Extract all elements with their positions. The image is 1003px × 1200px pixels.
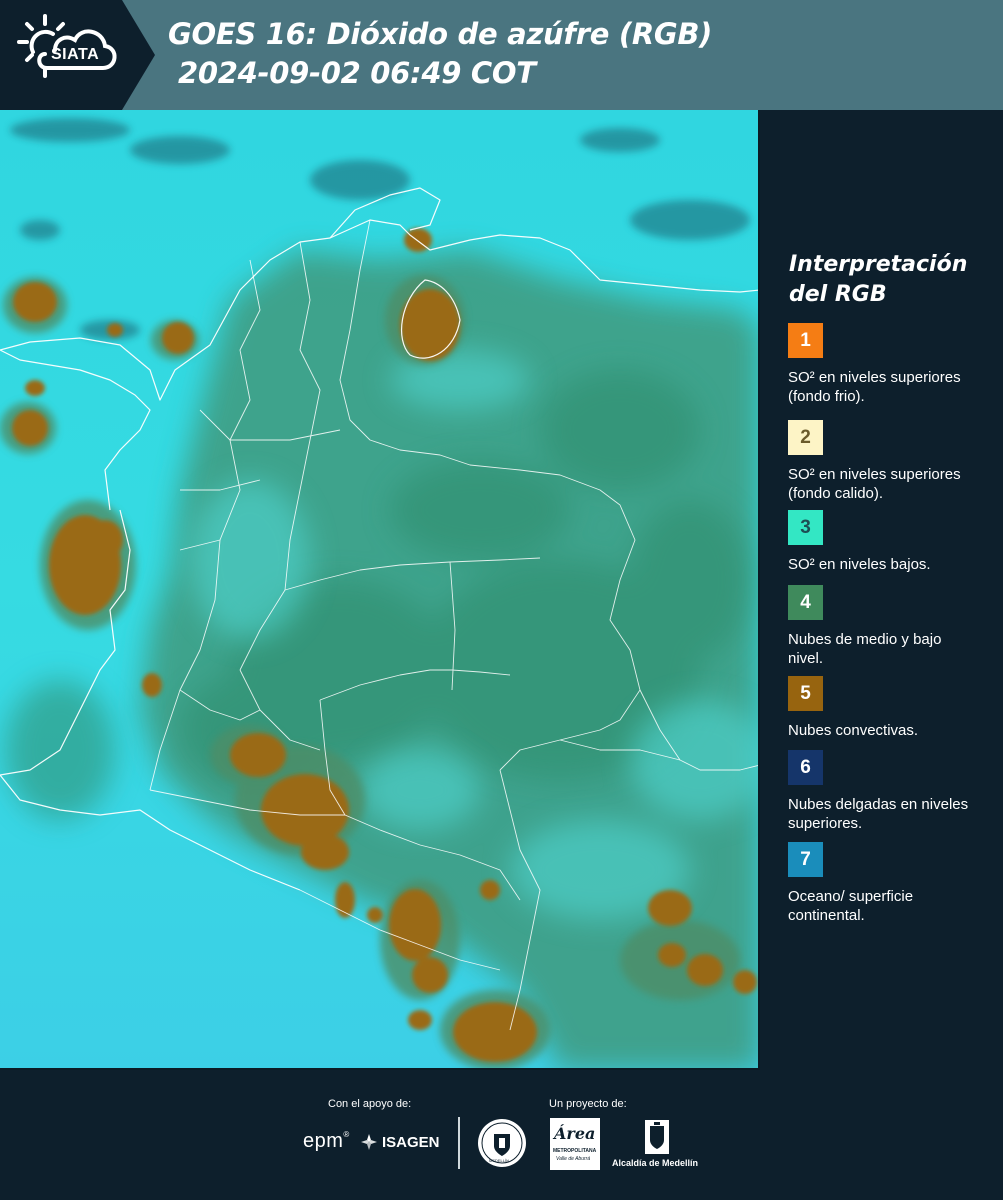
legend-item-1: 1 SO² en niveles superiores (fondo frio)…: [788, 323, 998, 406]
page-title: GOES 16: Dióxido de azúfre (RGB): [168, 17, 713, 51]
legend-number-1: 1: [800, 329, 811, 351]
medellin-seal-logo[interactable]: MEDELLÍN: [477, 1118, 527, 1168]
legend-item-2: 2 SO² en niveles superiores (fondo calid…: [788, 420, 998, 503]
legend-swatch-6: 6: [788, 750, 823, 785]
legend-item-3: 3 SO² en niveles bajos.: [788, 510, 998, 574]
siata-logo[interactable]: SIATA: [15, 12, 127, 96]
legend-number-6: 6: [800, 756, 811, 778]
isagen-logo[interactable]: ISAGEN: [360, 1133, 440, 1151]
area-logo-title: Área: [554, 1124, 596, 1143]
legend-swatch-4: 4: [788, 585, 823, 620]
epm-logo-text: epm: [303, 1130, 344, 1152]
legend-number-4: 4: [800, 591, 811, 613]
epm-logo[interactable]: epm®: [303, 1130, 350, 1153]
legend-item-5: 5 Nubes convectivas.: [788, 676, 998, 740]
legend-item-4: 4 Nubes de medio y bajo nivel.: [788, 585, 998, 668]
legend-swatch-7: 7: [788, 842, 823, 877]
satellite-image: [0, 110, 758, 1068]
legend-panel: Interpretación del RGB 1 SO² en niveles …: [760, 110, 1003, 1070]
legend-item-6: 6 Nubes delgadas en niveles superiores.: [788, 750, 998, 833]
isagen-icon: [361, 1134, 377, 1150]
legend-number-5: 5: [800, 682, 811, 704]
seal-text: MEDELLÍN: [489, 1158, 510, 1163]
isagen-logo-text: ISAGEN: [382, 1133, 440, 1151]
legend-desc-2: SO² en niveles superiores (fondo calido)…: [788, 466, 961, 502]
satellite-map[interactable]: [0, 110, 760, 1070]
alcaldia-logo[interactable]: Alcaldía de Medellín: [612, 1118, 704, 1174]
legend-item-7: 7 Oceano/ superficie continental.: [788, 842, 998, 925]
alcaldia-logo-text: Alcaldía de Medellín: [612, 1158, 699, 1168]
area-logo-caption: Valle de Aburrá: [556, 1156, 591, 1162]
coat-of-arms-icon: [645, 1120, 669, 1154]
footer-divider: [458, 1117, 460, 1169]
project-label: Un proyecto de:: [549, 1098, 627, 1110]
legend-desc-4: Nubes de medio y bajo nivel.: [788, 631, 942, 667]
legend-number-2: 2: [800, 426, 811, 448]
legend-number-7: 7: [800, 848, 811, 870]
legend-number-3: 3: [800, 516, 811, 538]
legend-title: Interpretación del RGB: [789, 252, 968, 307]
legend-swatch-3: 3: [788, 510, 823, 545]
footer-bar: Con el apoyo de: Un proyecto de: epm® IS…: [0, 1070, 1003, 1200]
legend-swatch-1: 1: [788, 323, 823, 358]
area-metropolitana-logo[interactable]: Área METROPOLITANA Valle de Aburrá: [550, 1118, 600, 1170]
legend-desc-7: Oceano/ superficie continental.: [788, 888, 914, 924]
legend-desc-3: SO² en niveles bajos.: [788, 556, 931, 573]
legend-swatch-5: 5: [788, 676, 823, 711]
page-timestamp: 2024-09-02 06:49 COT: [178, 56, 536, 90]
legend-desc-6: Nubes delgadas en niveles superiores.: [788, 796, 969, 832]
area-logo-subtitle: METROPOLITANA: [553, 1148, 597, 1154]
header-bar: SIATA GOES 16: Dióxido de azúfre (RGB) 2…: [0, 0, 1003, 110]
support-label: Con el apoyo de:: [328, 1098, 412, 1110]
legend-desc-1: SO² en niveles superiores (fondo frio).: [788, 369, 961, 405]
logo-text: SIATA: [51, 46, 100, 63]
legend-swatch-2: 2: [788, 420, 823, 455]
legend-desc-5: Nubes convectivas.: [788, 722, 919, 739]
